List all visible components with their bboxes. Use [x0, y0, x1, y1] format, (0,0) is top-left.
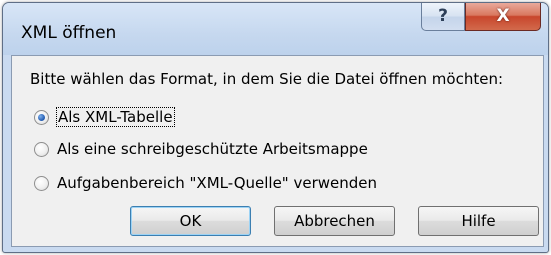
option-label-xml-source-pane: Aufgabenbereich "XML-Quelle" verwenden — [57, 174, 378, 192]
help-icon[interactable]: ? — [421, 3, 465, 31]
option-xml-source-pane[interactable]: Aufgabenbereich "XML-Quelle" verwenden — [34, 172, 377, 194]
cancel-button[interactable]: Abbrechen — [274, 206, 395, 236]
radio-checked-icon[interactable] — [34, 109, 49, 125]
format-prompt: Bitte wählen das Format, in dem Sie die … — [30, 70, 504, 88]
title-bar[interactable]: XML öffnen ? X — [3, 3, 548, 55]
xml-open-dialog: XML öffnen ? X Bitte wählen das Format, … — [2, 2, 549, 253]
close-icon[interactable]: X — [465, 3, 541, 31]
dialog-body: Bitte wählen das Format, in dem Sie die … — [11, 55, 544, 247]
window-title: XML öffnen — [21, 23, 117, 43]
radio-unchecked-icon[interactable] — [34, 175, 49, 191]
option-readonly-workbook[interactable]: Als eine schreibgeschützte Arbeitsmappe — [34, 138, 368, 160]
option-label-readonly-workbook: Als eine schreibgeschützte Arbeitsmappe — [57, 140, 368, 158]
radio-unchecked-icon[interactable] — [34, 141, 49, 157]
option-label-xml-table: Als XML-Tabelle — [56, 107, 175, 127]
help-button[interactable]: Hilfe — [418, 206, 539, 236]
ok-button[interactable]: OK — [130, 206, 251, 236]
option-xml-table[interactable]: Als XML-Tabelle — [34, 106, 175, 128]
